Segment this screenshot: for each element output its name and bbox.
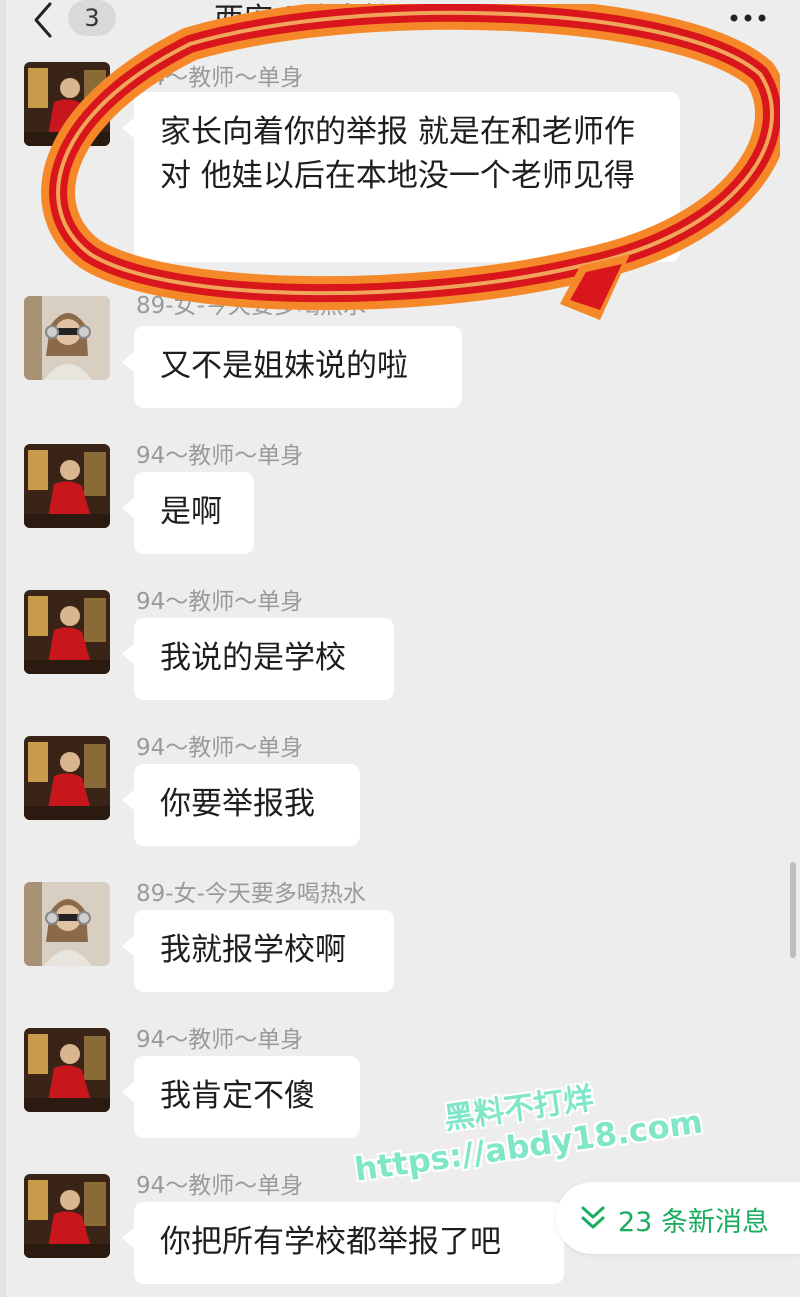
avatar-teacher[interactable] [24,736,110,820]
message-bubble[interactable]: 我就报学校啊 [122,910,394,992]
sender-name: 89-女-今天要多喝热水 [136,293,366,319]
message-text: 你把所有学校都举报了吧 [160,1224,501,1260]
sender-name: 89-女-今天要多喝热水 [136,881,366,907]
sender-name: 94～教师～单身 [136,65,304,91]
message-bubble[interactable]: 我肯定不傻 [122,1056,360,1138]
avatar-teacher[interactable] [24,62,110,146]
screen-edge [0,0,6,1297]
avatar-teacher[interactable] [24,444,110,528]
avatar-teacher[interactable] [24,1174,110,1258]
message-bubble[interactable]: 我说的是学校 [122,618,394,700]
unread-count-badge[interactable]: 3 [68,0,116,36]
message-text: 我说的是学校 [160,640,346,676]
sender-name: 94～教师～单身 [136,735,304,761]
avatar-teacher[interactable] [24,590,110,674]
message-text: 又不是姐妹说的啦 [160,348,408,384]
message-text: 家长向着你的举报 就是在和老师作对 他娃以后在本地没一个老师见得 [160,114,635,194]
avatar-teacher[interactable] [24,1028,110,1112]
message-bubble[interactable]: 又不是姐妹说的啦 [122,326,462,408]
message-text: 我就报学校啊 [160,932,346,968]
message-bubble[interactable]: 你要举报我 [122,764,360,846]
message-text: 我肯定不傻 [160,1078,315,1114]
sender-name: 94～教师～单身 [136,1173,304,1199]
sender-name: 94～教师～单身 [136,443,304,469]
new-messages-button[interactable]: 23 条新消息 [556,1182,800,1254]
avatar-user[interactable] [24,296,110,380]
scrollbar-thumb[interactable] [790,862,796,958]
message-bubble[interactable]: 家长向着你的举报 就是在和老师作对 他娃以后在本地没一个老师见得 [122,92,680,262]
message-bubble[interactable]: 是啊 [122,472,254,554]
more-icon[interactable] [726,0,770,36]
message-text: 是啊 [160,494,222,530]
message-text: 你要举报我 [160,786,315,822]
chevrons-down-icon [581,1206,605,1229]
message-bubble[interactable]: 你把所有学校都举报了吧 [122,1202,564,1284]
watermark-url: https://abdy18.com [352,1102,705,1189]
avatar-user[interactable] [24,882,110,966]
sender-name: 94～教师～单身 [136,1027,304,1053]
watermark-text: 黑料不打烊 [442,1081,596,1137]
new-messages-label: 23 条新消息 [618,1207,769,1238]
chevron-left-icon[interactable] [24,0,64,40]
chat-title: 西安 | 咯卡挫 [214,2,394,37]
sender-name: 94～教师～单身 [136,589,304,615]
chat-header: 3 西安 | 咯卡挫 [0,0,800,44]
